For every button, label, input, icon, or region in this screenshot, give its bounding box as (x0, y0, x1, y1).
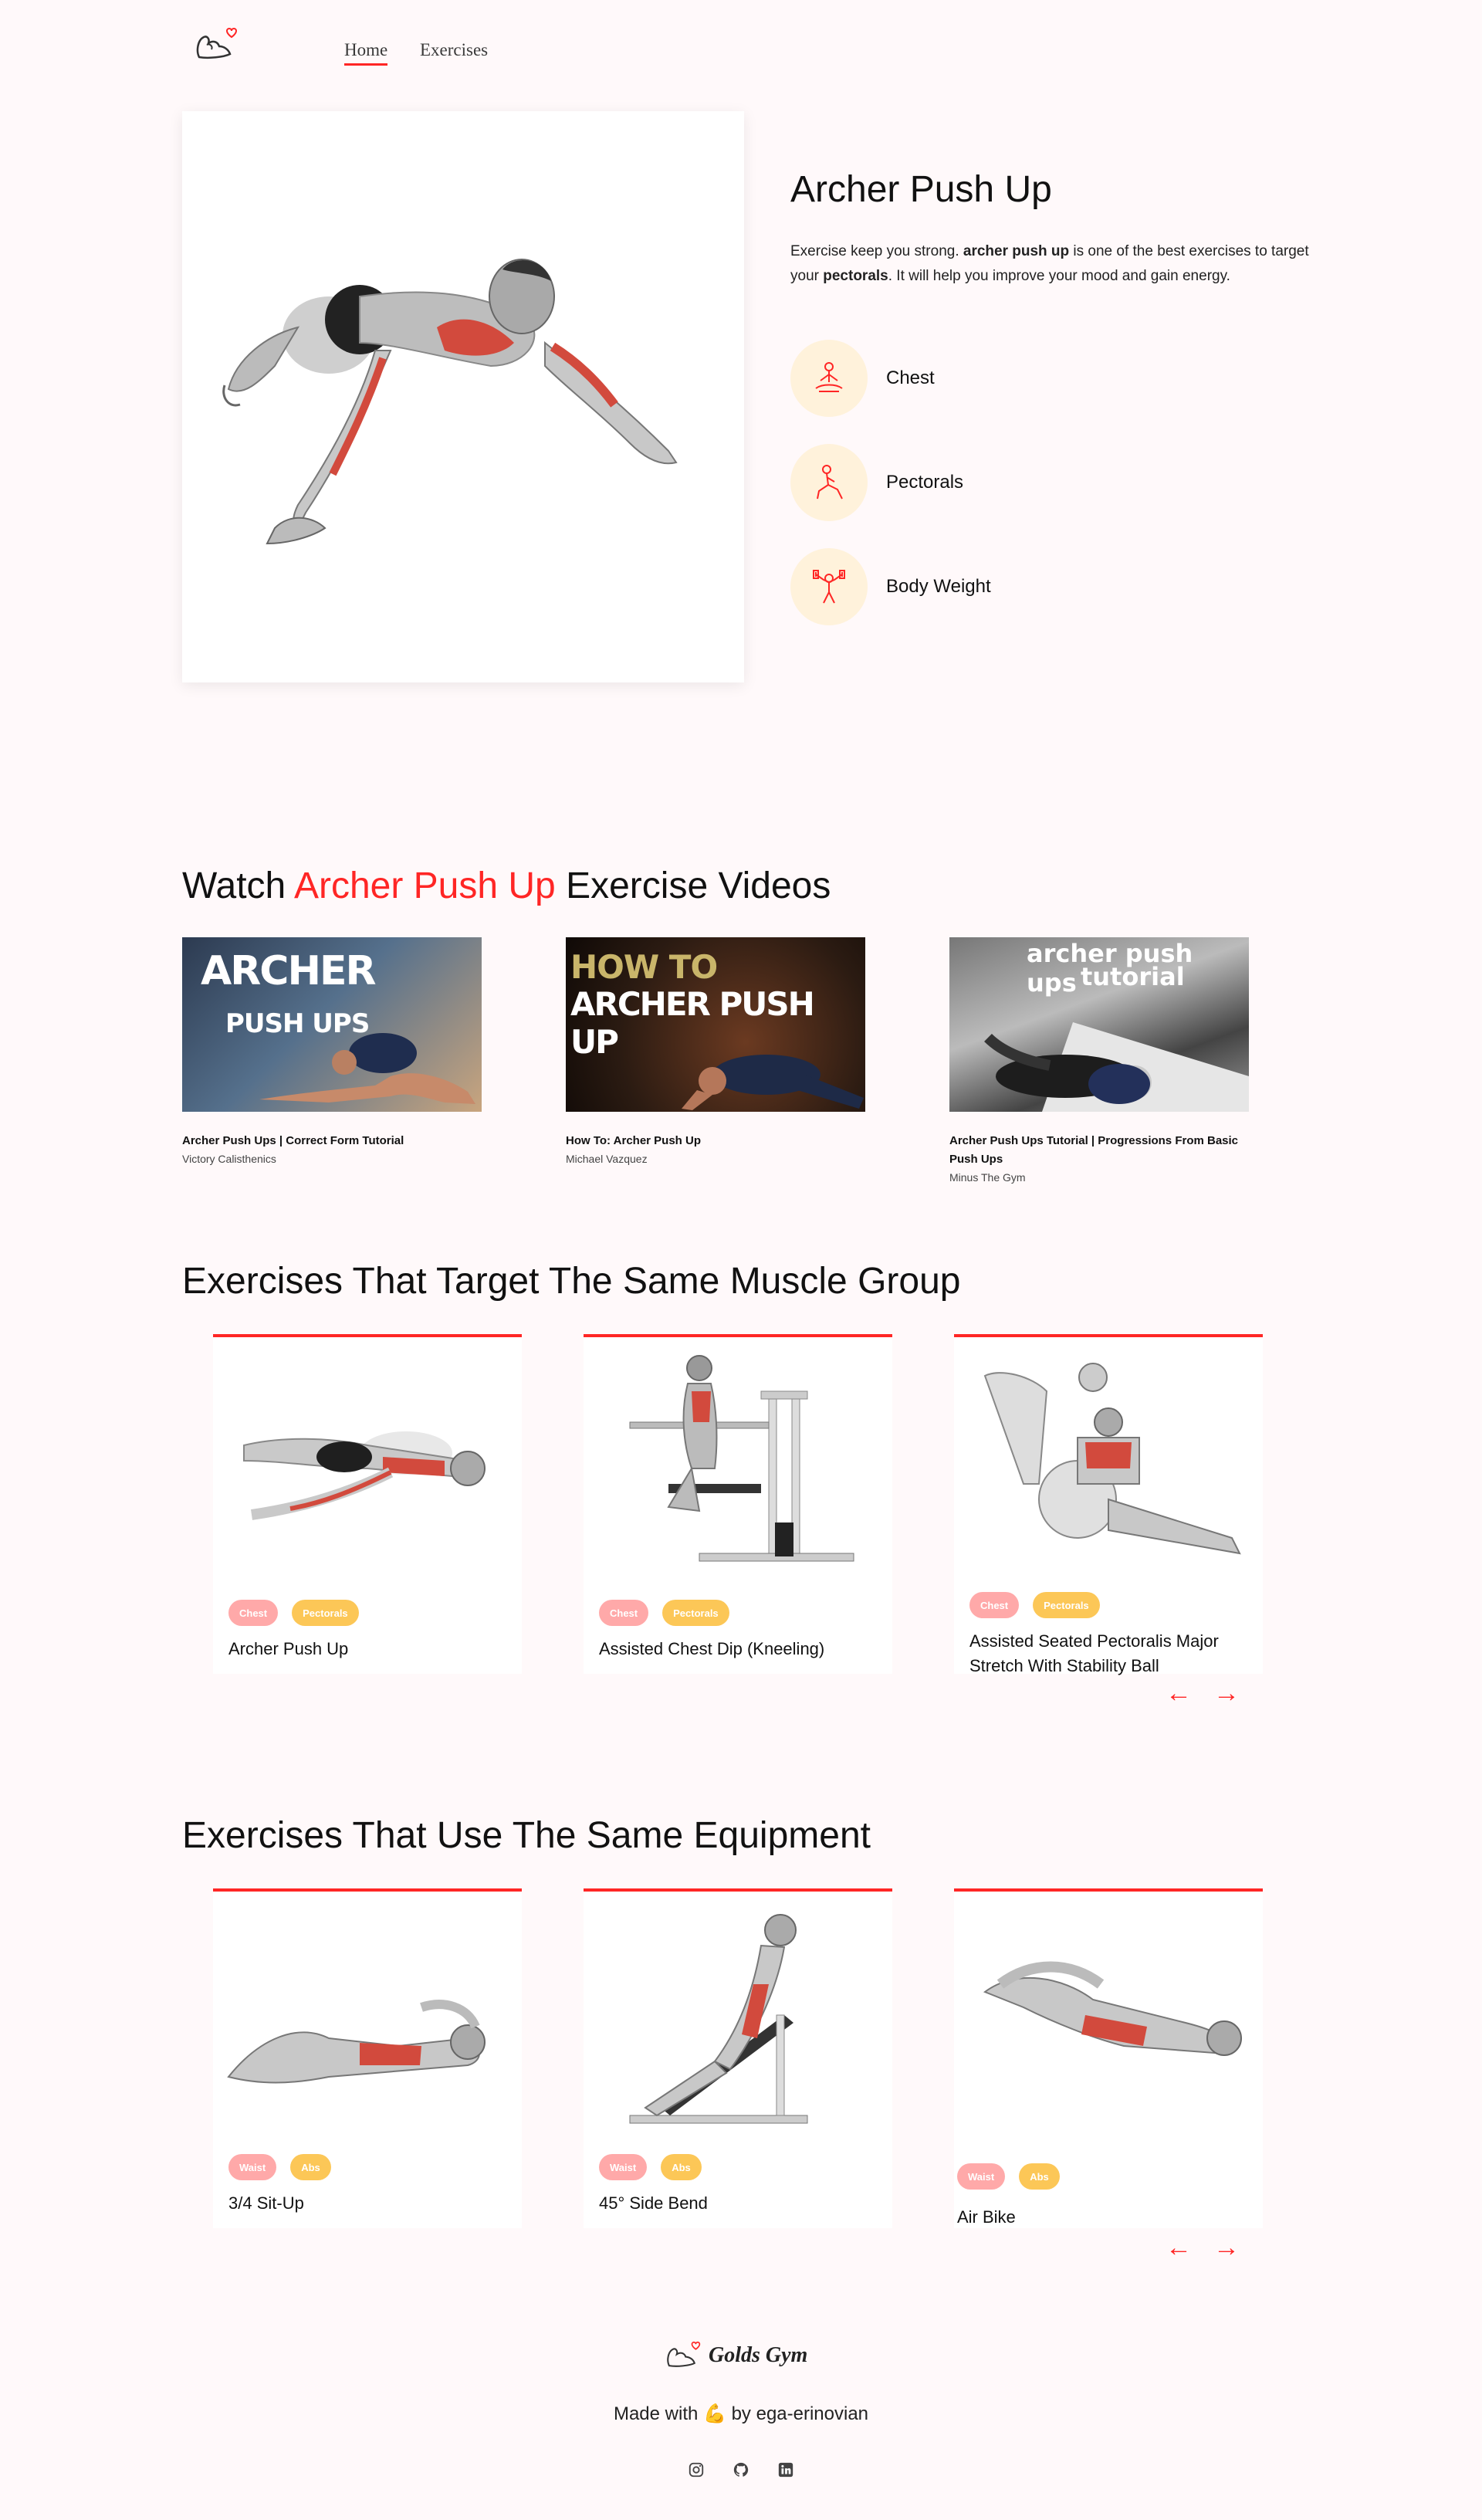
exercise-card[interactable]: Chest Pectorals Assisted Seated Pectoral… (954, 1334, 1263, 1675)
exercise-card-name: Archer Push Up (228, 1639, 349, 1658)
tag-row: Chest Pectorals (228, 1600, 359, 1626)
tag-row: Chest Pectorals (969, 1592, 1100, 1618)
navbar: Home Exercises (0, 0, 1482, 108)
exercise-description: Exercise keep you strong. archer push up… (790, 243, 1309, 284)
attribute-body-part: Chest (790, 340, 935, 417)
thumbnail-text: tutorial (1081, 962, 1185, 991)
exercise-card-image (584, 1899, 892, 2131)
tag-body-part[interactable]: Waist (228, 2154, 277, 2180)
exercise-title: Archer Push Up (790, 169, 1052, 210)
nav-home-link[interactable]: Home (344, 40, 388, 66)
exercise-card-name: Assisted Chest Dip (Kneeling) (599, 1639, 825, 1658)
attribute-label: Pectorals (886, 472, 964, 493)
tag-row: Waist Abs (957, 2163, 1060, 2190)
exercise-card-name: Air Bike (957, 2207, 1016, 2227)
attribute-target: Pectorals (790, 444, 963, 521)
tag-row: Waist Abs (599, 2154, 702, 2180)
tag-body-part[interactable]: Waist (957, 2163, 1006, 2190)
tag-target[interactable]: Pectorals (292, 1600, 359, 1626)
github-icon[interactable] (733, 2461, 749, 2478)
equipment-section-title: Exercises That Use The Same Equipment (182, 1815, 871, 1856)
exercise-card[interactable]: Chest Pectorals Archer Push Up (213, 1334, 522, 1674)
exercise-card-image (584, 1345, 892, 1577)
tag-target[interactable]: Abs (661, 2154, 702, 2180)
nav-exercises-link[interactable]: Exercises (420, 40, 488, 60)
exercise-card[interactable]: Waist Abs 3/4 Sit-Up (213, 1888, 522, 2228)
video-thumbnail[interactable]: archer push ups tutorial (949, 937, 1249, 1112)
dumbbell-person-icon (790, 548, 868, 625)
video-card[interactable]: archer push ups tutorial Archer Push Ups… (949, 937, 1274, 1186)
flexed-biceps-icon: 💪 (703, 2403, 726, 2424)
linkedin-icon[interactable] (777, 2461, 794, 2478)
muscle-section-title: Exercises That Target The Same Muscle Gr… (182, 1261, 961, 1302)
tag-body-part[interactable]: Waist (599, 2154, 648, 2180)
tag-target[interactable]: Abs (1019, 2163, 1060, 2190)
arrow-left-icon[interactable]: ← (1166, 1680, 1192, 1706)
tag-row: Waist Abs (228, 2154, 331, 2180)
video-title[interactable]: Archer Push Ups | Correct Form Tutorial (182, 1132, 491, 1150)
exercise-card-image (954, 1345, 1263, 1577)
video-card[interactable]: ARCHER PUSH UPS Archer Push Ups | Correc… (182, 937, 506, 1167)
exercise-card-name: 45° Side Bend (599, 2193, 708, 2213)
instagram-icon[interactable] (688, 2461, 705, 2478)
made-with-text: Made with 💪 by ega-erinovian (613, 2403, 869, 2424)
thumbnail-text: ARCHER (201, 948, 377, 994)
exercise-card[interactable]: Chest Pectorals Assisted Chest Dip (Knee… (584, 1334, 892, 1674)
exercise-card[interactable]: Waist Abs 45° Side Bend (584, 1888, 892, 2228)
equipment-carousel-arrows: ← → (1166, 2234, 1240, 2261)
tag-row: Chest Pectorals (599, 1600, 729, 1626)
exercise-card-name: Assisted Seated Pectoralis Major Stretch… (969, 1631, 1219, 1675)
exercise-image (182, 111, 744, 682)
gym-logo-icon[interactable] (193, 23, 239, 66)
arrow-right-icon[interactable]: → (1213, 2234, 1240, 2261)
video-title[interactable]: How To: Archer Push Up (566, 1132, 875, 1150)
tag-target[interactable]: Pectorals (662, 1600, 729, 1626)
video-thumbnail[interactable]: HOW TO ARCHER PUSH UP (566, 937, 865, 1112)
video-card[interactable]: HOW TO ARCHER PUSH UP How To: Archer Pus… (566, 937, 890, 1167)
attribute-label: Body Weight (886, 576, 991, 597)
exercise-card-name: 3/4 Sit-Up (228, 2193, 304, 2213)
attribute-label: Chest (886, 368, 935, 388)
video-title[interactable]: Archer Push Ups Tutorial | Progressions … (949, 1132, 1258, 1169)
tag-body-part[interactable]: Chest (228, 1600, 279, 1626)
arrow-left-icon[interactable]: ← (1166, 2234, 1192, 2261)
lunge-icon (790, 444, 868, 521)
exercise-card-image (954, 1899, 1263, 2131)
meditation-icon (790, 340, 868, 417)
footer-logo[interactable]: Golds Gym (664, 2338, 807, 2373)
tag-body-part[interactable]: Chest (969, 1592, 1020, 1618)
social-links (0, 2461, 1482, 2478)
exercise-card-image (213, 1899, 522, 2131)
muscle-carousel-arrows: ← → (1166, 1680, 1240, 1706)
video-thumbnail[interactable]: ARCHER PUSH UPS (182, 937, 482, 1112)
video-channel: Minus The Gym (949, 1171, 1026, 1184)
tag-body-part[interactable]: Chest (599, 1600, 649, 1626)
exercise-card-image (213, 1345, 522, 1577)
tag-target[interactable]: Abs (290, 2154, 331, 2180)
footer-brand-name: Golds Gym (709, 2343, 808, 2367)
video-channel: Michael Vazquez (566, 1153, 648, 1165)
videos-section-title: Watch Archer Push Up Exercise Videos (182, 865, 831, 906)
thumbnail-text: HOW TO (570, 948, 718, 986)
arrow-right-icon[interactable]: → (1213, 1680, 1240, 1706)
attribute-equipment: Body Weight (790, 548, 991, 625)
exercise-card[interactable]: Waist Abs Air Bike (954, 1888, 1263, 2228)
gym-logo-icon (667, 2341, 701, 2367)
tag-target[interactable]: Pectorals (1033, 1592, 1100, 1618)
video-channel: Victory Calisthenics (182, 1153, 276, 1165)
